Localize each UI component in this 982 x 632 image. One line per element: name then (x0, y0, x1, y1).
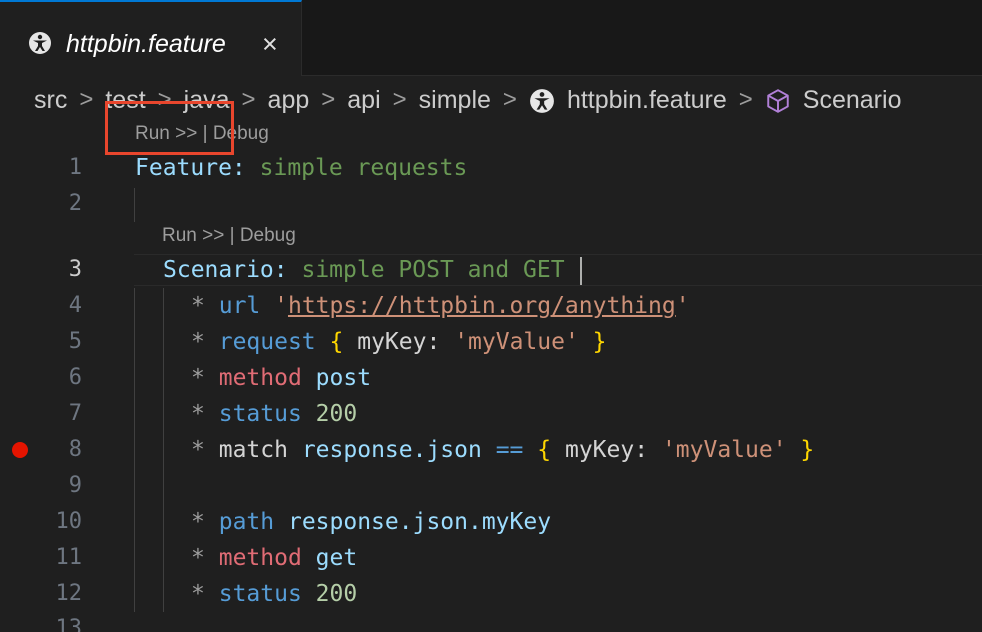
code-line-12[interactable]: * status 200 (191, 579, 357, 609)
chevron-right-icon: > (321, 86, 336, 113)
code-line-4[interactable]: * url 'https://httpbin.org/anything' (191, 291, 690, 321)
line-number[interactable]: 1 (20, 153, 82, 183)
brace: } (592, 329, 607, 355)
feature-name: simple requests (259, 155, 468, 181)
chevron-right-icon: > (392, 86, 407, 113)
tab-title: httpbin.feature (66, 30, 226, 58)
line-number[interactable]: 8 (20, 435, 82, 465)
method-arg: post (315, 365, 372, 391)
expression: response.json.myKey (287, 509, 552, 535)
status-code: 200 (315, 401, 358, 427)
brace: } (800, 437, 815, 463)
expression: response.json (301, 437, 482, 463)
breadcrumb-symbol-label: Scenario (802, 85, 902, 114)
highlight-box (105, 101, 234, 155)
indent-guide (163, 288, 164, 612)
breadcrumb-file[interactable]: httpbin.feature (529, 86, 727, 115)
json-key: myKey: (357, 329, 441, 355)
breadcrumb-symbol[interactable]: Scenario (765, 85, 902, 115)
step-bullet: * (191, 329, 205, 355)
line-number[interactable]: 5 (20, 327, 82, 357)
step-bullet: * (191, 509, 205, 535)
line-number[interactable]: 13 (20, 614, 83, 632)
quote: ' (274, 293, 288, 319)
status-code: 200 (315, 581, 358, 607)
chevron-right-icon: > (241, 86, 256, 113)
indent-guide (134, 288, 135, 612)
line-number[interactable]: 11 (20, 543, 83, 573)
breadcrumb-src[interactable]: src (34, 86, 67, 115)
indent-guide (134, 188, 135, 222)
line-number[interactable]: 7 (20, 399, 82, 429)
code-line-10[interactable]: * path response.json.myKey (191, 507, 551, 537)
codelens-scenario: Run >> | Debug (162, 225, 296, 247)
karate-icon (530, 88, 554, 113)
cube-icon (767, 89, 789, 113)
breadcrumb-app[interactable]: app (268, 86, 310, 115)
keyword: Feature: (135, 155, 246, 181)
step-bullet: * (191, 293, 205, 319)
text-cursor (580, 257, 582, 285)
breadcrumb-api[interactable]: api (347, 86, 380, 115)
code-line-8[interactable]: * match response.json == { myKey: 'myVal… (191, 435, 814, 465)
method-arg: get (315, 545, 358, 571)
breadcrumb-simple[interactable]: simple (419, 86, 491, 115)
json-value: 'myValue' (454, 329, 579, 355)
close-icon[interactable]: × (262, 30, 278, 58)
code-line-3[interactable]: Scenario: simple POST and GET (163, 255, 565, 285)
breadcrumb-file-label: httpbin.feature (566, 85, 727, 114)
code-line-11[interactable]: * method get (191, 543, 357, 573)
code-line-7[interactable]: * status 200 (191, 399, 357, 429)
keyword: match (218, 437, 288, 463)
chevron-right-icon: > (502, 86, 517, 113)
code-line-1[interactable]: Feature: simple requests (135, 153, 467, 183)
line-number[interactable]: 2 (20, 189, 82, 219)
keyword: Scenario: (163, 257, 288, 283)
step-bullet: * (191, 401, 205, 427)
line-number[interactable]: 6 (20, 363, 82, 393)
editor-tab-bar: httpbin.feature × (0, 0, 982, 76)
step-bullet: * (191, 545, 205, 571)
keyword: request (218, 329, 316, 355)
keyword: method (218, 545, 302, 571)
brace: { (537, 437, 552, 463)
code-line-6[interactable]: * method post (191, 363, 371, 393)
debug-codelens[interactable]: Debug (240, 225, 296, 246)
line-number[interactable]: 10 (20, 507, 83, 537)
line-number[interactable]: 4 (20, 291, 82, 321)
keyword: status (218, 401, 302, 427)
step-bullet: * (191, 365, 205, 391)
run-codelens[interactable]: Run >> (162, 225, 224, 246)
operator: == (495, 437, 524, 463)
quote: ' (675, 293, 690, 319)
code-line-5[interactable]: * request { myKey: 'myValue' } (191, 327, 607, 357)
json-key: myKey: (564, 437, 649, 463)
step-bullet: * (191, 437, 205, 463)
line-number[interactable]: 9 (20, 471, 82, 501)
url-link[interactable]: https://httpbin.org/anything (288, 293, 676, 319)
codelens-separator: | (229, 225, 235, 246)
step-bullet: * (191, 581, 205, 607)
json-value: 'myValue' (661, 437, 787, 463)
scenario-name: simple POST and GET (301, 257, 565, 283)
tab-httpbin-feature[interactable]: httpbin.feature × (0, 0, 302, 76)
chevron-right-icon: > (738, 86, 753, 113)
keyword: method (218, 365, 302, 391)
keyword: path (218, 509, 275, 535)
keyword: url (218, 293, 261, 319)
brace: { (329, 329, 344, 355)
line-number[interactable]: 12 (20, 579, 83, 609)
karate-icon (29, 32, 51, 54)
keyword: status (218, 581, 302, 607)
line-number[interactable]: 3 (20, 255, 82, 285)
chevron-right-icon: > (79, 86, 94, 113)
